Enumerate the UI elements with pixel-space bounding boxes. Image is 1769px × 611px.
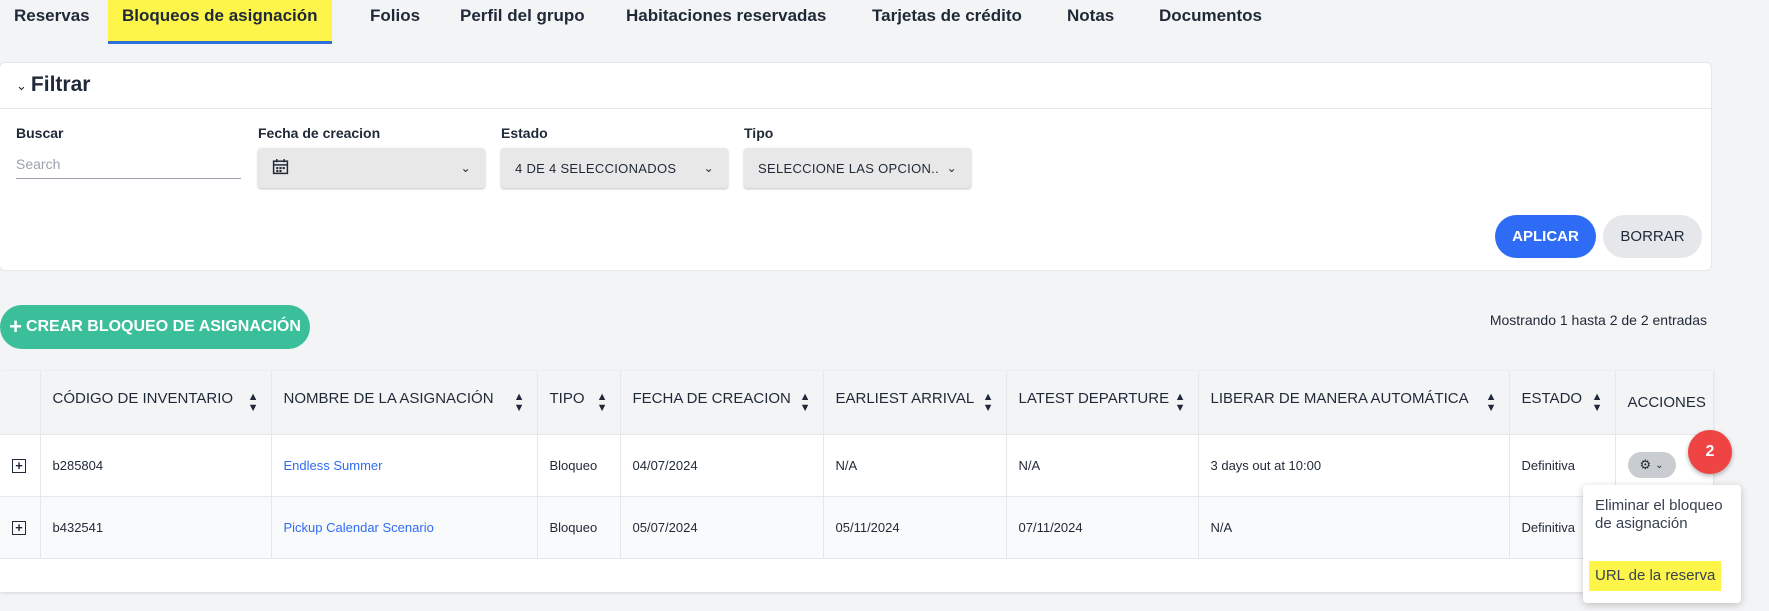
sort-icon: ▲ ▼ — [247, 391, 259, 415]
chevron-down-icon: ⌄ — [1655, 459, 1664, 471]
tab-notas[interactable]: Notas — [1067, 0, 1114, 32]
calendar-icon — [272, 158, 453, 178]
tab-documentos[interactable]: Documentos — [1159, 0, 1262, 32]
step-badge: 2 — [1688, 430, 1732, 474]
column-header[interactable]: LATEST DEPARTURE ▲ ▼ — [1006, 371, 1199, 435]
tab-folios[interactable]: Folios — [370, 0, 420, 32]
column-header[interactable]: NOMBRE DE LA ASIGNACIÓN ▲ ▼ — [271, 371, 538, 435]
cell-type: Bloqueo — [537, 496, 621, 559]
entries-count: Mostrando 1 hasta 2 de 2 entradas — [1489, 312, 1707, 328]
chevron-down-icon: ⌄ — [460, 161, 471, 175]
cell-arrival: N/A — [823, 434, 1007, 497]
column-header[interactable]: EARLIEST ARRIVAL ▲ ▼ — [823, 371, 1007, 435]
reservation-url-item[interactable]: URL de la reserva — [1589, 561, 1722, 591]
cell-created: 05/07/2024 — [620, 496, 824, 559]
cell-auto-release: 3 days out at 10:00 — [1198, 434, 1510, 497]
column-header[interactable]: CÓDIGO DE INVENTARIO ▲ ▼ — [40, 371, 272, 435]
search-input[interactable] — [16, 149, 241, 179]
filter-title: Filtrar — [30, 73, 91, 96]
chevron-down-icon: ⌄ — [946, 161, 957, 175]
delete-allocation-block-item[interactable]: Eliminar el bloqueo de asignación — [1589, 497, 1729, 533]
apply-button[interactable]: APLICAR — [1495, 215, 1596, 258]
type-label: Tipo — [744, 125, 774, 141]
cell-departure: N/A — [1006, 434, 1199, 497]
search-label: Buscar — [16, 125, 64, 141]
chevron-down-icon: ⌄ — [703, 161, 714, 175]
chevron-down-icon: ⌄ — [16, 78, 27, 93]
cell-type: Bloqueo — [537, 434, 621, 497]
sort-icon: ▲ ▼ — [1174, 391, 1186, 415]
clear-button[interactable]: BORRAR — [1603, 215, 1702, 258]
filter-panel: ⌄ Filtrar Buscar Fecha de creacion ⌄ Est… — [0, 62, 1712, 271]
creation-date-select[interactable]: ⌄ — [258, 148, 485, 188]
cell-arrival: 05/11/2024 — [823, 496, 1007, 559]
type-value: SELECCIONE LAS OPCION... — [758, 160, 939, 176]
column-header[interactable]: TIPO ▲ ▼ — [537, 371, 621, 435]
gear-icon: ⚙ — [1639, 457, 1652, 472]
column-header[interactable]: ESTADO ▲ ▼ — [1509, 371, 1616, 435]
cell-code: b285804 — [40, 434, 272, 497]
create-allocation-block-button[interactable]: + CREAR BLOQUEO DE ASIGNACIÓN — [0, 305, 310, 349]
plus-icon: + — [9, 314, 22, 339]
tab-habitaciones-reservadas[interactable]: Habitaciones reservadas — [626, 0, 826, 32]
tab-perfil-grupo[interactable]: Perfil del grupo — [460, 0, 585, 32]
cell-created: 04/07/2024 — [620, 434, 824, 497]
sort-icon: ▲ ▼ — [799, 391, 811, 415]
tab-tarjetas-credito[interactable]: Tarjetas de crédito — [872, 0, 1022, 32]
divider — [0, 108, 1711, 109]
status-value: 4 DE 4 SELECCIONADOS — [515, 160, 677, 176]
sort-icon: ▲ ▼ — [1485, 391, 1497, 415]
expand-icon[interactable]: + — [12, 458, 26, 473]
actions-button[interactable]: ⚙ ⌄ — [1627, 452, 1676, 478]
sort-icon: ▲ ▼ — [513, 391, 525, 415]
create-button-label: CREAR BLOQUEO DE ASIGNACIÓN — [25, 318, 301, 335]
sort-icon: ▲ ▼ — [1591, 391, 1603, 415]
actions-menu: Eliminar el bloqueo de asignación URL de… — [1583, 485, 1741, 603]
cell-auto-release: N/A — [1198, 496, 1510, 559]
tab-bar: Reservas Bloqueos de asignación Folios P… — [0, 0, 1769, 44]
tab-bloqueos-asignacion[interactable]: Bloqueos de asignación — [108, 0, 332, 44]
table-row: + b432541 Pickup Calendar Scenario Bloqu… — [0, 496, 1714, 559]
column-header: ACCIONES — [1615, 371, 1714, 435]
allocation-name-link[interactable]: Endless Summer — [284, 458, 383, 473]
column-header[interactable]: LIBERAR DE MANERA AUTOMÁTICA ▲ ▼ — [1198, 371, 1510, 435]
filter-toggle[interactable]: ⌄ Filtrar — [16, 73, 90, 97]
sort-icon: ▲ ▼ — [982, 391, 994, 415]
sort-icon: ▲ ▼ — [596, 391, 608, 415]
cell-code: b432541 — [40, 496, 272, 559]
creation-date-label: Fecha de creacion — [258, 125, 381, 141]
status-label: Estado — [501, 125, 548, 141]
allocation-name-link[interactable]: Pickup Calendar Scenario — [284, 520, 434, 535]
expand-icon[interactable]: + — [12, 520, 26, 535]
cell-departure: 07/11/2024 — [1006, 496, 1199, 559]
column-header[interactable]: FECHA DE CREACION ▲ ▼ — [620, 371, 824, 435]
status-select[interactable]: 4 DE 4 SELECCIONADOS ⌄ — [501, 148, 728, 188]
table-row: + b285804 Endless Summer Bloqueo 04/07/2… — [0, 434, 1714, 497]
allocation-blocks-table: CÓDIGO DE INVENTARIO ▲ ▼ NOMBRE DE LA ASIG… — [0, 371, 1714, 592]
type-select[interactable]: SELECCIONE LAS OPCION... ⌄ — [744, 148, 971, 188]
expand-column-header — [0, 371, 41, 435]
tab-reservas[interactable]: Reservas — [14, 0, 90, 32]
